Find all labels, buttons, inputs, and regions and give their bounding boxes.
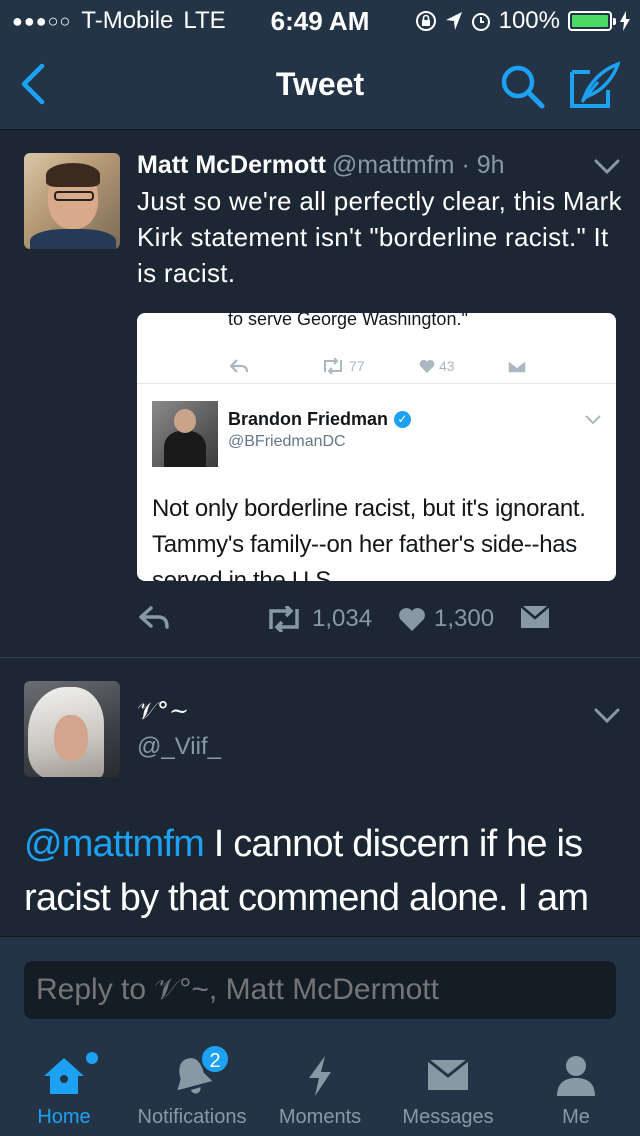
reply-input[interactable] bbox=[24, 961, 616, 1019]
tab-label: Notifications bbox=[137, 1106, 247, 1128]
new-content-dot bbox=[86, 1052, 98, 1064]
retweet-button[interactable]: 1,034 bbox=[264, 605, 372, 633]
reply-bar bbox=[0, 936, 640, 1034]
embedded-top-text: to serve George Washington." bbox=[228, 313, 468, 329]
tab-messages[interactable]: Messages bbox=[384, 1034, 512, 1136]
verified-icon: ✓ bbox=[394, 411, 412, 428]
nav-bar: Tweet bbox=[0, 40, 640, 130]
tab-label: Me bbox=[562, 1106, 590, 1128]
status-right: 100% bbox=[415, 7, 630, 35]
home-icon bbox=[44, 1058, 84, 1094]
reply-author-name[interactable]: 𝒱°~ bbox=[137, 697, 189, 725]
embedded-reply-icon bbox=[229, 358, 249, 374]
tweet-text: Just so we're all perfectly clear, this … bbox=[137, 186, 622, 288]
compose-icon[interactable] bbox=[568, 60, 620, 110]
embedded-dm-icon bbox=[507, 358, 527, 374]
person-icon bbox=[557, 1056, 595, 1096]
embedded-author: Brandon Friedman ✓ bbox=[228, 409, 412, 430]
reply-tweet[interactable]: 𝒱°~ @_Viif_ @mattmfm I cannot discern if… bbox=[0, 659, 640, 936]
message-button[interactable] bbox=[520, 605, 550, 629]
envelope-icon bbox=[520, 605, 550, 628]
embedded-actions: 77 43 bbox=[137, 349, 616, 383]
lightning-icon bbox=[309, 1056, 331, 1096]
mention-link[interactable]: @mattmfm bbox=[24, 823, 205, 865]
avatar[interactable] bbox=[24, 153, 120, 249]
author-name[interactable]: Matt McDermott bbox=[137, 151, 326, 179]
like-button[interactable]: 1,300 bbox=[398, 605, 494, 633]
embedded-image[interactable]: to serve George Washington." 77 43 Brand… bbox=[137, 313, 616, 581]
tab-notifications[interactable]: 2 Notifications bbox=[128, 1034, 256, 1136]
reply-button[interactable] bbox=[138, 605, 170, 631]
tab-me[interactable]: Me bbox=[512, 1034, 640, 1136]
reply-avatar[interactable] bbox=[24, 681, 120, 777]
tweet-actions: 1,034 1,300 bbox=[0, 601, 640, 641]
tab-bar: Home 2 Notifications Moments Messages Me bbox=[0, 1034, 640, 1136]
chevron-down-icon[interactable] bbox=[594, 708, 620, 724]
retweet-icon bbox=[269, 606, 299, 632]
tab-label: Messages bbox=[402, 1106, 494, 1128]
main-tweet[interactable]: Matt McDermott @mattmfm · 9h Just so we'r… bbox=[0, 131, 640, 658]
location-icon bbox=[445, 12, 462, 30]
reply-icon bbox=[139, 606, 169, 629]
chevron-down-icon[interactable] bbox=[594, 159, 620, 175]
embedded-like: 43 bbox=[419, 358, 455, 374]
charging-icon bbox=[620, 11, 630, 31]
heart-icon bbox=[399, 608, 425, 631]
status-bar: ●●●○○ T-Mobile LTE 6:49 AM 100% bbox=[0, 0, 640, 40]
heart-icon bbox=[419, 359, 435, 373]
embedded-author-name: Brandon Friedman bbox=[228, 409, 389, 429]
tab-label: Home bbox=[37, 1106, 91, 1128]
embedded-avatar bbox=[152, 401, 218, 467]
alarm-icon bbox=[471, 13, 490, 31]
embedded-chevron-icon bbox=[585, 415, 601, 425]
author-handle: @mattmfm · 9h bbox=[331, 151, 505, 179]
retweet-icon bbox=[324, 358, 342, 374]
battery-percent: 100% bbox=[498, 7, 560, 34]
rotation-lock-icon bbox=[415, 11, 436, 31]
reply-author-handle: @_Viif_ bbox=[137, 733, 221, 760]
tweet-header: Matt McDermott @mattmfm · 9h bbox=[137, 151, 505, 180]
retweet-count: 1,034 bbox=[312, 605, 373, 632]
embedded-handle: @BFriedmanDC bbox=[228, 433, 346, 450]
search-icon[interactable] bbox=[498, 62, 546, 110]
tab-moments[interactable]: Moments bbox=[256, 1034, 384, 1136]
tab-home[interactable]: Home bbox=[0, 1034, 128, 1136]
like-count: 1,300 bbox=[434, 605, 495, 632]
embedded-retweet: 77 bbox=[321, 358, 365, 374]
battery-icon bbox=[568, 11, 616, 31]
embedded-retweet-count: 77 bbox=[349, 358, 365, 374]
embedded-like-count: 43 bbox=[439, 358, 455, 374]
reply-text: @mattmfm I cannot discern if he is racis… bbox=[24, 817, 624, 936]
embedded-text: Not only borderline racist, but it's ign… bbox=[152, 495, 586, 581]
envelope-icon bbox=[427, 1058, 469, 1090]
notification-badge: 2 bbox=[200, 1044, 230, 1074]
divider bbox=[137, 383, 616, 384]
tab-label: Moments bbox=[278, 1106, 362, 1128]
